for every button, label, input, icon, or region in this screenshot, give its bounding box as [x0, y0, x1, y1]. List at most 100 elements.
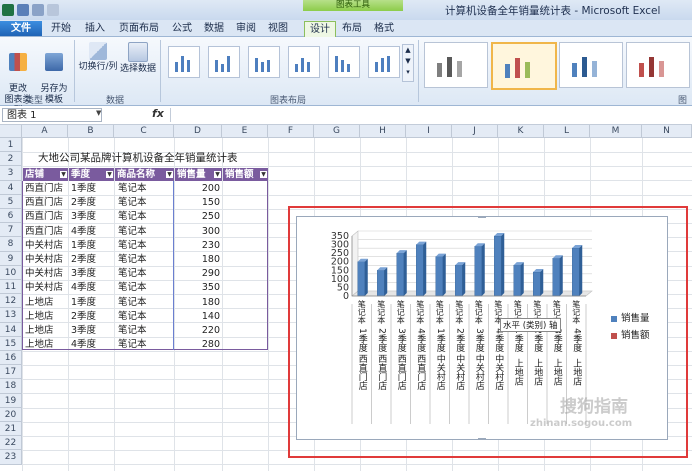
redo-icon[interactable]	[47, 4, 59, 16]
table-cell[interactable]: 笔记本	[118, 310, 173, 323]
row-header[interactable]: 23	[0, 450, 22, 465]
chart-layout-4[interactable]	[288, 46, 320, 78]
table-cell[interactable]: 250	[176, 210, 220, 223]
chart-layout-1[interactable]	[168, 46, 200, 78]
row-header[interactable]: 15	[0, 336, 22, 351]
col-header[interactable]: M	[590, 125, 642, 138]
tab-format[interactable]: 格式	[370, 21, 398, 36]
row-header[interactable]: 14	[0, 322, 22, 337]
row-header[interactable]: 16	[0, 351, 22, 366]
save-icon[interactable]	[17, 4, 29, 16]
chart-layout-3[interactable]	[248, 46, 280, 78]
row-header[interactable]: 3	[0, 166, 22, 181]
table-cell[interactable]: 笔记本	[118, 324, 173, 337]
tab-page-layout[interactable]: 页面布局	[114, 21, 164, 36]
table-cell[interactable]: 笔记本	[118, 182, 173, 195]
header-cell-sales-amount[interactable]: 销售额 ▼	[223, 168, 268, 181]
tab-design[interactable]: 设计	[304, 21, 336, 37]
col-header[interactable]: A	[22, 125, 68, 138]
chart-style-2-selected[interactable]	[491, 42, 557, 90]
row-header[interactable]: 4	[0, 180, 22, 195]
table-cell[interactable]: 2季度	[71, 253, 114, 266]
row-header[interactable]: 10	[0, 265, 22, 280]
table-cell[interactable]: 中关村店	[25, 281, 69, 294]
table-cell[interactable]: 350	[176, 281, 220, 294]
tab-file[interactable]: 文件	[0, 21, 42, 36]
row-header[interactable]: 20	[0, 407, 22, 422]
table-cell[interactable]: 上地店	[25, 338, 69, 351]
table-cell[interactable]: 300	[176, 225, 220, 238]
table-cell[interactable]: 笔记本	[118, 225, 173, 238]
chart-layout-6[interactable]	[368, 46, 400, 78]
table-cell[interactable]: 西直门店	[25, 196, 69, 209]
table-cell[interactable]: 2季度	[71, 196, 114, 209]
col-header[interactable]: D	[174, 125, 222, 138]
filter-dropdown-icon[interactable]: ▼	[260, 171, 267, 178]
table-cell[interactable]: 180	[176, 296, 220, 309]
layout-gallery-scroll[interactable]: ▲ ▼ ▾	[402, 44, 414, 82]
table-cell[interactable]: 4季度	[71, 281, 114, 294]
table-cell[interactable]: 3季度	[71, 324, 114, 337]
col-header[interactable]: I	[406, 125, 452, 138]
tab-data[interactable]: 数据	[200, 21, 228, 36]
select-data-button[interactable]: 选择数据	[120, 42, 156, 75]
col-header[interactable]: L	[544, 125, 590, 138]
tab-home[interactable]: 开始	[46, 21, 76, 36]
row-header[interactable]: 7	[0, 223, 22, 238]
table-cell[interactable]: 1季度	[71, 182, 114, 195]
col-header[interactable]: G	[314, 125, 360, 138]
table-cell[interactable]: 笔记本	[118, 210, 173, 223]
table-cell[interactable]: 中关村店	[25, 267, 69, 280]
filter-dropdown-icon[interactable]: ▼	[60, 171, 67, 178]
row-header[interactable]: 22	[0, 436, 22, 451]
table-cell[interactable]: 笔记本	[118, 253, 173, 266]
chart-layout-5[interactable]	[328, 46, 360, 78]
row-header[interactable]: 1	[0, 138, 22, 153]
table-cell[interactable]: 上地店	[25, 310, 69, 323]
table-cell[interactable]: 笔记本	[118, 338, 173, 351]
legend-entry-sales-amount[interactable]: 销售额	[611, 327, 650, 341]
table-cell[interactable]: 230	[176, 239, 220, 252]
tab-formulas[interactable]: 公式	[168, 21, 196, 36]
undo-icon[interactable]	[32, 4, 44, 16]
row-header[interactable]: 9	[0, 251, 22, 266]
chart-style-1[interactable]	[424, 42, 488, 88]
col-header[interactable]: C	[114, 125, 174, 138]
table-cell[interactable]: 140	[176, 310, 220, 323]
row-header[interactable]: 19	[0, 393, 22, 408]
table-cell[interactable]: 1季度	[71, 296, 114, 309]
col-header[interactable]: E	[222, 125, 268, 138]
header-cell-sales-qty[interactable]: 销售量 ▼	[175, 168, 222, 181]
col-header[interactable]: J	[452, 125, 498, 138]
header-cell-store[interactable]: 店铺 ▼	[23, 168, 68, 181]
row-header[interactable]: 12	[0, 294, 22, 309]
table-cell[interactable]: 2季度	[71, 310, 114, 323]
table-cell[interactable]: 笔记本	[118, 239, 173, 252]
table-cell[interactable]: 180	[176, 253, 220, 266]
header-cell-product[interactable]: 商品名称 ▼	[115, 168, 174, 181]
table-cell[interactable]: 上地店	[25, 296, 69, 309]
chart-layout-2[interactable]	[208, 46, 240, 78]
chart-style-4[interactable]	[626, 42, 690, 88]
tab-insert[interactable]: 插入	[80, 21, 110, 36]
switch-row-column-button[interactable]: 切换行/列	[76, 42, 120, 73]
filter-dropdown-icon[interactable]: ▼	[214, 171, 221, 178]
table-cell[interactable]: 3季度	[71, 267, 114, 280]
col-header[interactable]: B	[68, 125, 114, 138]
table-cell[interactable]: 4季度	[71, 338, 114, 351]
filter-dropdown-icon[interactable]: ▼	[106, 171, 113, 178]
table-cell[interactable]: 西直门店	[25, 182, 69, 195]
col-header[interactable]: K	[498, 125, 544, 138]
select-all-corner[interactable]	[0, 125, 22, 138]
row-header[interactable]: 6	[0, 209, 22, 224]
table-cell[interactable]: 笔记本	[118, 296, 173, 309]
formula-input[interactable]	[170, 108, 691, 122]
table-cell[interactable]: 上地店	[25, 324, 69, 337]
row-header[interactable]: 11	[0, 280, 22, 295]
row-header[interactable]: 2	[0, 152, 22, 167]
table-cell[interactable]: 笔记本	[118, 196, 173, 209]
table-cell[interactable]: 3季度	[71, 210, 114, 223]
table-cell[interactable]: 220	[176, 324, 220, 337]
insert-function-icon[interactable]: fx	[152, 107, 164, 120]
row-header[interactable]: 17	[0, 365, 22, 380]
